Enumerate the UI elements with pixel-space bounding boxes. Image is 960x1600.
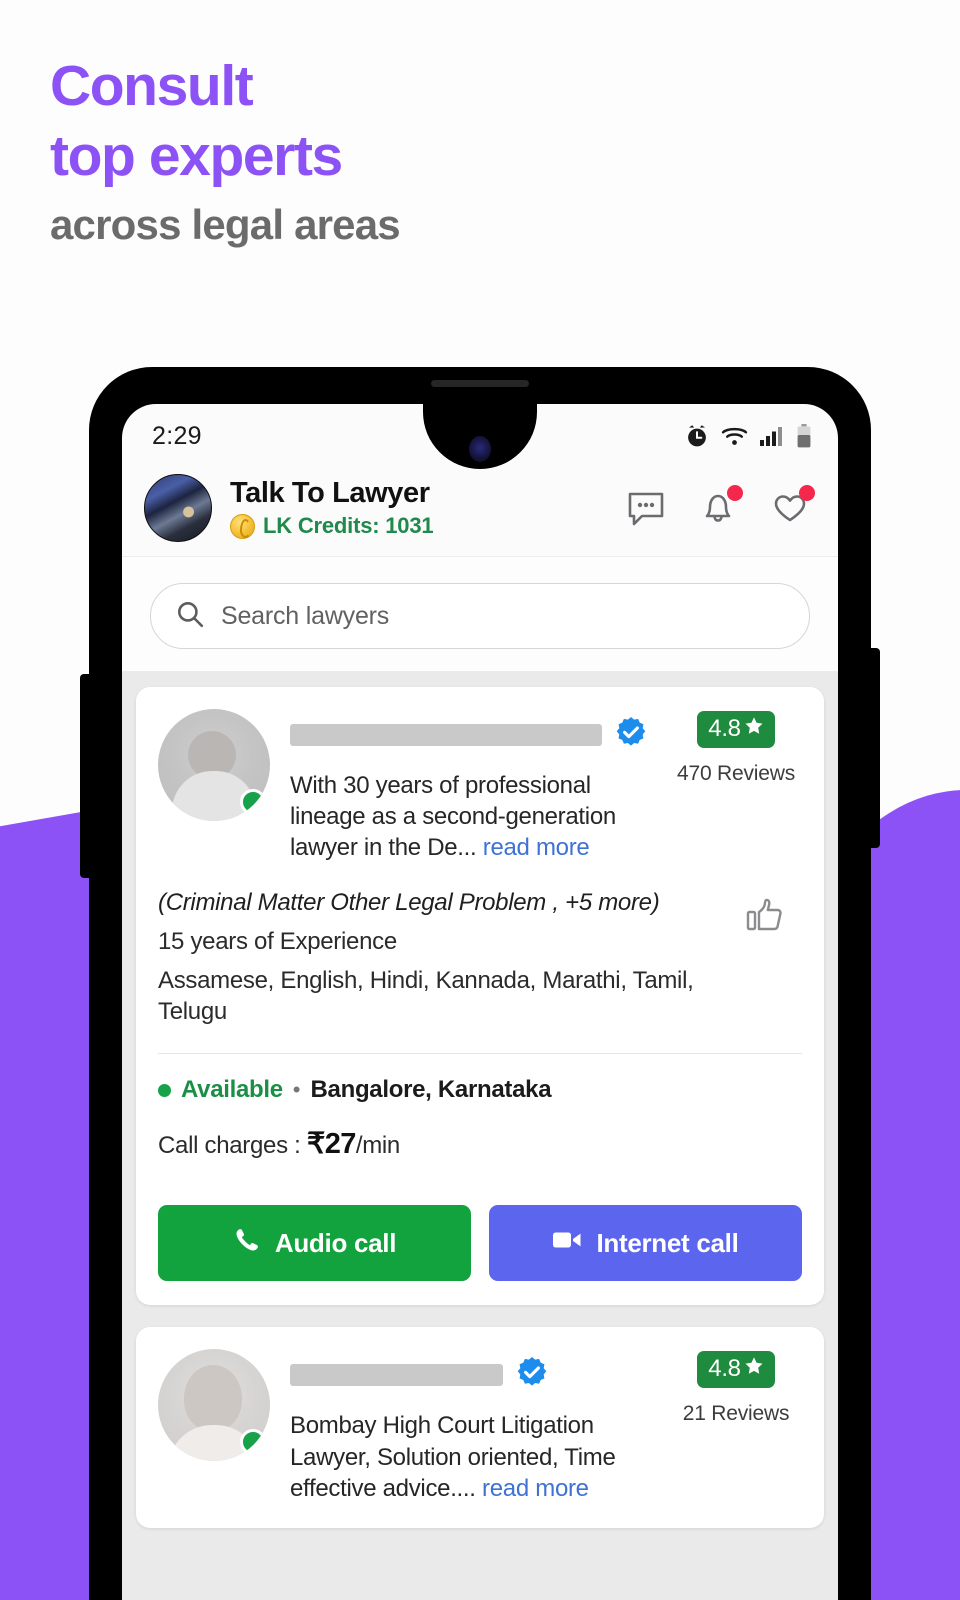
audio-call-button[interactable]: Audio call (158, 1205, 471, 1282)
lawyer-name-redacted (290, 1363, 503, 1386)
lawyer-experience: 15 years of Experience (158, 927, 397, 955)
status-badge: 4.8 (697, 1351, 775, 1389)
star-icon (744, 715, 764, 743)
verified-badge-icon (515, 1355, 549, 1394)
bell-badge (727, 485, 743, 501)
rating-value: 4.8 (708, 1355, 741, 1383)
call-charges: Call charges : ₹27/min (158, 1126, 802, 1161)
page-title: Talk To Lawyer (230, 476, 430, 509)
signal-icon (759, 425, 785, 447)
credits-label: LK Credits: 1031 (263, 513, 434, 539)
lawyer-details-row: (Criminal Matter Other Legal Problem , +… (158, 888, 802, 1028)
availability-row: Available • Bangalore, Karnataka (158, 1076, 802, 1104)
wifi-icon (721, 425, 748, 447)
volume-button[interactable] (80, 674, 91, 878)
lawyer-name-redacted (290, 723, 602, 746)
lawyer-card-top: Bombay High Court Litigation Lawyer, Sol… (158, 1349, 802, 1504)
earpiece-speaker (431, 380, 529, 387)
battery-icon (796, 424, 812, 448)
call-actions: Audio call Internet call (158, 1205, 802, 1282)
phone-mockup-frame: 2:29 Talk To Lawyer LK Credits: 1031 Sea… (80, 368, 880, 1600)
lawyer-name-row (290, 1355, 670, 1394)
credits-row[interactable]: LK Credits: 1031 (230, 513, 624, 539)
online-status-indicator (240, 1429, 266, 1456)
lawyer-photo[interactable] (158, 1349, 270, 1462)
lawyer-card[interactable]: With 30 years of professional lineage as… (136, 687, 824, 1306)
promo-screenshot: Consult top experts across legal areas 2… (0, 0, 960, 1600)
call-charges-amount: ₹27 (306, 1128, 357, 1161)
card-divider (158, 1053, 802, 1055)
lawyer-photo[interactable] (158, 709, 270, 821)
status-badge: 4.8 (697, 711, 775, 748)
chat-icon[interactable] (624, 486, 668, 530)
search-section: Search lawyers (122, 557, 838, 671)
headline-line-2: top experts (50, 123, 343, 188)
read-more-link[interactable]: read more (482, 1475, 589, 1502)
lawyer-description: Bombay High Court Litigation Lawyer, Sol… (290, 1410, 670, 1504)
lawyer-rating-block: 4.8 470 Reviews (670, 709, 802, 786)
coin-icon (230, 513, 255, 539)
power-button[interactable] (869, 648, 880, 848)
review-count: 21 Reviews (682, 1402, 790, 1426)
bell-icon[interactable] (696, 485, 743, 530)
lawyer-languages: Assamese, English, Hindi, Kannada, Marat… (158, 966, 694, 1026)
search-icon (175, 599, 205, 634)
lawyer-specialties: (Criminal Matter Other Legal Problem , +… (158, 888, 660, 916)
verified-badge-icon (614, 715, 648, 754)
availability-separator: • (292, 1077, 301, 1103)
star-icon (744, 1355, 764, 1383)
online-status-indicator (240, 789, 266, 815)
video-camera-icon (552, 1228, 582, 1259)
search-input[interactable]: Search lawyers (150, 583, 810, 649)
lawyer-card-top: With 30 years of professional lineage as… (158, 709, 802, 864)
headline-line-3: across legal areas (50, 201, 401, 249)
phone-icon (233, 1226, 261, 1261)
app-header-actions (624, 485, 815, 530)
lawyer-location: Bangalore, Karnataka (310, 1076, 552, 1104)
app-header-text: Talk To Lawyer LK Credits: 1031 (230, 477, 624, 539)
lawyer-description: With 30 years of professional lineage as… (290, 770, 670, 864)
phone-screen: 2:29 Talk To Lawyer LK Credits: 1031 Sea… (122, 404, 838, 1600)
lawyer-rating-block: 4.8 21 Reviews (670, 1349, 802, 1426)
search-placeholder: Search lawyers (221, 601, 390, 630)
availability-dot-icon (158, 1083, 171, 1097)
lawyer-card[interactable]: Bombay High Court Litigation Lawyer, Sol… (136, 1327, 824, 1528)
status-bar-icons (684, 423, 812, 449)
call-charges-label: Call charges : (158, 1132, 307, 1160)
thumbs-up-icon[interactable] (728, 888, 802, 943)
headline-line-1: Consult (50, 54, 254, 118)
audio-call-label: Audio call (274, 1227, 397, 1258)
app-header: Talk To Lawyer LK Credits: 1031 (122, 468, 838, 557)
avatar[interactable] (144, 474, 212, 542)
promo-headline: Consult top experts across legal areas (50, 52, 401, 250)
read-more-link[interactable]: read more (483, 834, 590, 861)
status-bar-clock: 2:29 (152, 421, 202, 450)
heart-badge (799, 485, 815, 501)
rating-value: 4.8 (708, 715, 741, 742)
availability-label: Available (181, 1076, 283, 1104)
call-charges-unit: /min (355, 1132, 400, 1160)
internet-call-label: Internet call (596, 1227, 739, 1258)
lawyer-name-row (290, 715, 670, 754)
heart-icon[interactable] (768, 485, 815, 530)
review-count: 470 Reviews (676, 762, 796, 785)
lawyer-list[interactable]: With 30 years of professional lineage as… (122, 671, 838, 1600)
lawyer-card-main: Bombay High Court Litigation Lawyer, Sol… (290, 1349, 670, 1504)
lawyer-card-main: With 30 years of professional lineage as… (290, 709, 670, 864)
internet-call-button[interactable]: Internet call (489, 1205, 802, 1282)
lawyer-details: (Criminal Matter Other Legal Problem , +… (158, 888, 728, 1028)
status-bar: 2:29 (122, 404, 838, 468)
alarm-icon (684, 423, 710, 449)
